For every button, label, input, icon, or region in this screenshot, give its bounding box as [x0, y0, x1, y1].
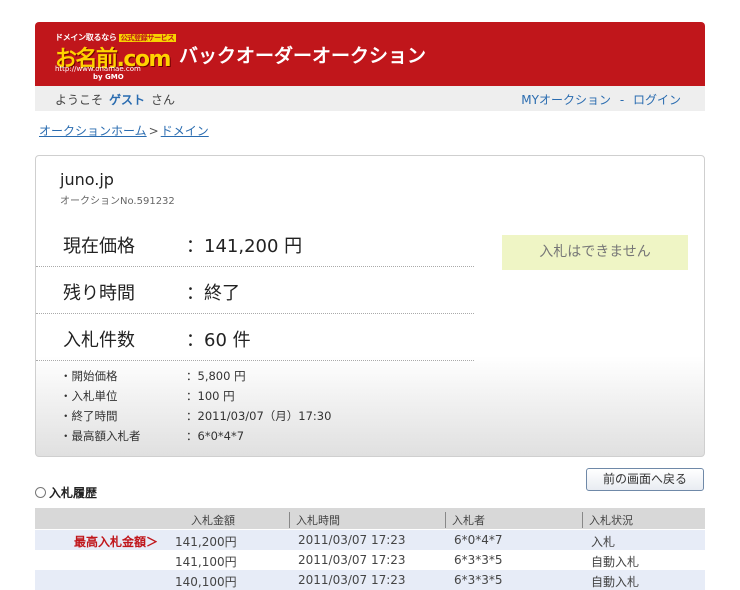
domain-name: juno.jp [60, 170, 114, 189]
bid-increment-value: ：100 円 [186, 389, 235, 403]
top-bidder-label: ・最高額入札者 [60, 429, 141, 443]
table-header-row: 入札金額 入札時間 入札者 入札状況 [35, 508, 705, 529]
my-auction-link[interactable]: MYオークション [521, 93, 611, 107]
welcome-prefix: ようこそ [55, 93, 104, 107]
bidder: 6*3*3*5 [454, 573, 503, 587]
login-link[interactable]: ログイン [633, 93, 681, 107]
top-bidder-value: ：6*0*4*7 [186, 429, 245, 443]
table-row: 141,100円 2011/03/07 17:23 6*3*3*5 自動入札 [35, 550, 705, 570]
divider [36, 266, 474, 267]
bid-status: 入札 [591, 535, 616, 549]
bid-history-title: 入札履歴 [35, 484, 97, 501]
back-button[interactable]: 前の画面へ戻る [586, 468, 704, 491]
top-links: MYオークション - ログイン [521, 91, 681, 108]
current-price-value: ：141,200 円 [186, 236, 303, 257]
welcome-message: ようこそ ゲスト さん [55, 91, 175, 108]
bid-count-label: 入札件数 [63, 330, 135, 351]
welcome-user: ゲスト [109, 93, 146, 107]
auction-detail-panel: juno.jp オークションNo.591232 現在価格 ：141,200 円 … [35, 155, 705, 457]
end-time-label: ・終了時間 [60, 409, 118, 423]
site-header: ドメイン取るなら 公式登録サービス お名前.com http://www.onam… [35, 22, 705, 86]
column-header-bidder: 入札者 [445, 512, 485, 528]
auction-number: オークションNo.591232 [60, 196, 175, 207]
table-row: 140,100円 2011/03/07 17:23 6*3*3*5 自動入札 [35, 570, 705, 590]
link-separator: - [619, 93, 625, 107]
start-price-label: ・開始価格 [60, 369, 118, 383]
table-row: 最高入札金額＞ 141,200円 2011/03/07 17:23 6*0*4*… [35, 530, 705, 550]
bid-amount: 141,100円 [175, 555, 237, 569]
breadcrumb: オークションホーム > ドメイン [39, 122, 209, 139]
remaining-time-value: ：終了 [186, 283, 240, 304]
logo-url: http://www.onamae.com [55, 65, 141, 73]
divider [36, 360, 474, 361]
bid-status: 自動入札 [591, 575, 640, 589]
end-time-value: ：2011/03/07（月）17:30 [186, 409, 332, 423]
bidder: 6*0*4*7 [454, 533, 503, 547]
bid-amount: 140,100円 [175, 575, 237, 589]
start-price-value: ：5,800 円 [186, 369, 246, 383]
logo-gmo: by GMO [93, 73, 124, 81]
welcome-bar: ようこそ ゲスト さん MYオークション - ログイン [35, 86, 705, 111]
top-bid-label: 最高入札金額＞ [74, 535, 159, 549]
current-price-label: 現在価格 [63, 236, 135, 257]
bid-count-value: ：60 件 [186, 330, 251, 351]
bid-time: 2011/03/07 17:23 [298, 533, 406, 547]
remaining-time-label: 残り時間 [63, 283, 135, 304]
column-header-amount: 入札金額 [191, 514, 235, 527]
bidder: 6*3*3*5 [454, 553, 503, 567]
bid-amount: 141,200円 [175, 535, 237, 549]
breadcrumb-auction-home[interactable]: オークションホーム [39, 124, 147, 138]
welcome-suffix: さん [151, 93, 176, 107]
breadcrumb-domain[interactable]: ドメイン [161, 124, 209, 138]
bid-increment-label: ・入札単位 [60, 389, 118, 403]
onamae-logo[interactable]: ドメイン取るなら 公式登録サービス お名前.com http://www.onam… [55, 32, 177, 81]
column-header-status: 入札状況 [582, 512, 633, 528]
column-header-time: 入札時間 [289, 512, 340, 528]
circle-bullet-icon [35, 487, 46, 498]
bid-time: 2011/03/07 17:23 [298, 553, 406, 567]
breadcrumb-separator: > [148, 124, 159, 138]
bid-history-title-text: 入札履歴 [49, 486, 98, 500]
bid-time: 2011/03/07 17:23 [298, 573, 406, 587]
bid-unavailable-notice: 入札はできません [502, 235, 688, 270]
divider [36, 313, 474, 314]
page-title: バックオーダーオークション [179, 45, 427, 67]
bid-status: 自動入札 [591, 555, 640, 569]
